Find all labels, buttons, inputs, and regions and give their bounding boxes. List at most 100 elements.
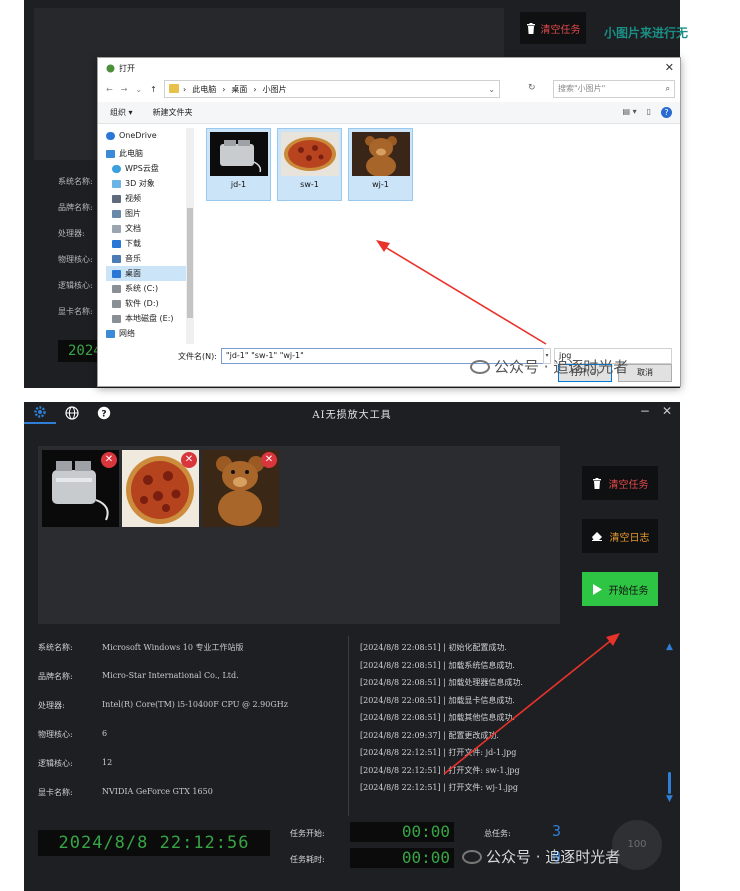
tree-item-downloads[interactable]: 下载 (106, 236, 194, 251)
tree-item-drive-d[interactable]: 软件 (D:) (106, 296, 194, 311)
refresh-icon[interactable]: ↻ (528, 83, 536, 93)
address-dropdown-icon[interactable]: ⌄ (488, 85, 495, 94)
info-row: 品牌名称: Micro-Star International Co., Ltd. (38, 671, 239, 682)
view-options-icon[interactable]: ▤ ▾ (622, 107, 636, 118)
top-info-row: 系统名称:M (58, 176, 124, 202)
address-bar[interactable]: › 此电脑 › 桌面 › 小图片 ⌄ (164, 80, 500, 98)
file-item[interactable]: wj-1 (348, 128, 413, 201)
folder-icon (169, 84, 179, 93)
remove-image-icon[interactable]: ✕ (101, 452, 117, 468)
cube-icon (112, 179, 121, 188)
address-segment[interactable]: 桌面 (231, 84, 247, 95)
address-segment[interactable]: 小图片 (263, 84, 287, 95)
log-line: [2024/8/8 22:09:37] | 配置更改成功. (360, 730, 499, 740)
tree-item-network[interactable]: 网络 (106, 326, 194, 341)
top-info-row: 物理核心:6 (58, 254, 121, 280)
task-elapsed-display: 00:00 (350, 848, 454, 868)
file-item[interactable]: jd-1 (206, 128, 271, 201)
tree-item-onedrive[interactable]: OneDrive (106, 128, 194, 143)
organize-menu[interactable]: 组织 ▾ (110, 107, 133, 118)
tree-item-3d[interactable]: 3D 对象 (106, 176, 194, 191)
image-card-pizza[interactable]: ✕ (122, 450, 199, 527)
log-scrollbar[interactable]: ▲ ▼ (666, 642, 674, 804)
new-folder-button[interactable]: 新建文件夹 (153, 107, 193, 118)
image-card-toaster[interactable]: ✕ (42, 450, 119, 527)
info-row: 逻辑核心: 12 (38, 758, 112, 769)
log-line: [2024/8/8 22:08:51] | 加载显卡信息成功. (360, 695, 515, 705)
info-label: 系统名称: (38, 643, 73, 652)
task-start-display: 00:00 (350, 822, 454, 842)
tree-label: 音乐 (125, 254, 141, 263)
scrollbar-thumb[interactable] (668, 772, 671, 794)
tree-label: 视频 (125, 194, 141, 203)
up-arrow-icon[interactable]: ↑ (150, 85, 157, 94)
download-icon (112, 239, 121, 248)
image-card-teddy-bear[interactable]: ✕ (202, 450, 279, 527)
tree-item-documents[interactable]: 文档 (106, 221, 194, 236)
network-icon (106, 329, 115, 338)
tree-item-this-pc[interactable]: 此电脑 (106, 146, 194, 161)
top-clear-task-label: 清空任务 (540, 24, 581, 36)
preview-pane-icon[interactable]: ▯ (647, 107, 651, 118)
log-line: [2024/8/8 22:12:51] | 打开文件: jd-1.jpg (360, 748, 517, 757)
trash-icon (592, 477, 601, 489)
panel-divider (348, 636, 349, 816)
address-segment[interactable]: 此电脑 (192, 84, 216, 95)
screenshot: 系统名称:M 品牌名称:M 处理器:Ir 物理核心: 6 逻辑核心: 12 显卡名称… (0, 0, 740, 891)
cloud-icon (106, 131, 115, 140)
recent-chevron-icon[interactable]: ⌄ (135, 85, 142, 94)
minimize-icon[interactable]: − (640, 404, 650, 418)
clear-log-button[interactable]: 清空日志 (582, 519, 658, 553)
tree-item-wps[interactable]: WPS云盘 (106, 161, 194, 176)
video-icon (112, 194, 121, 203)
log-panel: [2024/8/8 22:08:51] | 初始化配置成功. [2024/8/8… (360, 642, 660, 800)
tree-label: 网络 (119, 329, 135, 338)
info-value: 12 (102, 758, 113, 767)
scroll-down-icon[interactable]: ▼ (666, 794, 673, 804)
tree-label: 本地磁盘 (E:) (125, 314, 174, 323)
top-clear-task-button[interactable]: 清空任务 (520, 12, 586, 44)
info-row: 物理核心: 6 (38, 729, 107, 740)
scroll-up-icon[interactable]: ▲ (666, 642, 673, 652)
teddy-bear-thumbnail (351, 132, 410, 176)
tree-label: 图片 (125, 209, 141, 218)
search-input[interactable]: 搜索"小图片" ⌕ (553, 80, 675, 98)
close-icon[interactable]: ✕ (662, 404, 672, 418)
address-sep: › (222, 84, 226, 94)
info-label: 物理核心: (38, 730, 73, 739)
search-placeholder: 搜索"小图片" (558, 84, 606, 93)
wechat-icon (470, 359, 490, 374)
drive-icon (112, 299, 121, 308)
remove-image-icon[interactable]: ✕ (181, 452, 197, 468)
info-label: 显卡名称: (38, 788, 73, 797)
info-label: 逻辑核心: (38, 759, 73, 768)
tree-item-videos[interactable]: 视频 (106, 191, 194, 206)
help-icon[interactable]: ? (661, 107, 672, 118)
nav-tree: OneDrive 此电脑 WPS云盘 3D 对象 视频 图片 文档 下载 音乐 … (106, 128, 194, 344)
tree-item-music[interactable]: 音乐 (106, 251, 194, 266)
tree-item-desktop[interactable]: 桌面 (106, 266, 194, 281)
forward-arrow-icon[interactable]: → (121, 85, 128, 94)
tree-item-pictures[interactable]: 图片 (106, 206, 194, 221)
file-item[interactable]: sw-1 (277, 128, 342, 201)
top-info-row: 逻辑核心:12 (58, 280, 126, 306)
back-arrow-icon[interactable]: ← (106, 85, 113, 94)
log-line: [2024/8/8 22:08:51] | 加载其他信息成功. (360, 713, 515, 722)
window-controls: − ✕ (640, 404, 672, 418)
remove-image-icon[interactable]: ✕ (261, 452, 277, 468)
open-file-dialog: 打开 ✕ ← → ⌄ ↑ › 此电脑 › 桌面 › 小图片 ⌄ ↻ 搜索"小图片… (97, 57, 681, 387)
scrollbar-thumb[interactable] (187, 208, 193, 318)
watermark-bottom: 公众号 · 追逐时光者 (462, 846, 620, 867)
start-task-button[interactable]: 开始任务 (582, 572, 658, 606)
watermark-text: 公众号 · 追逐时光者 (486, 848, 621, 866)
dialog-close-icon[interactable]: ✕ (665, 61, 674, 74)
file-name: jd-1 (230, 180, 247, 189)
clear-task-button[interactable]: 清空任务 (582, 466, 658, 500)
info-value: Micro-Star International Co., Ltd. (102, 671, 239, 680)
tree-scrollbar[interactable] (186, 128, 194, 344)
watermark-text: 公众号 · 追逐时光者 (494, 358, 629, 376)
tree-item-drive-c[interactable]: 系统 (C:) (106, 281, 194, 296)
dialog-toolbar: 组织 ▾ 新建文件夹 ▤ ▾ ▯ ? (98, 102, 680, 124)
tree-item-drive-e[interactable]: 本地磁盘 (E:) (106, 311, 194, 326)
toolbar-right: ▤ ▾ ▯ ? (622, 107, 672, 118)
